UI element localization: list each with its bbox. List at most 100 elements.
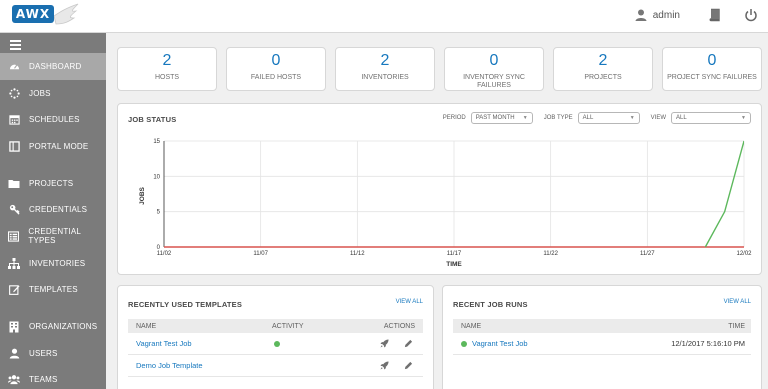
y-axis-label: JOBS — [139, 186, 146, 204]
hosts-count-card[interactable]: 2 HOSTS — [117, 47, 217, 91]
x-tick-label: 11/27 — [640, 251, 655, 257]
column-name: NAME — [461, 322, 482, 330]
failed-hosts-count-card[interactable]: 0 FAILED HOSTS — [226, 47, 326, 91]
count-value: 2 — [162, 52, 172, 69]
job-status-chart: 05101511/02 11/07 11/12 11/17 11/22 11/27 12/0… — [139, 139, 752, 268]
job-name-link[interactable]: Vagrant Test Job — [472, 339, 528, 348]
period-select[interactable]: PAST MONTH ▼ — [470, 112, 533, 124]
hamburger-icon — [10, 40, 21, 50]
calendar-icon — [8, 114, 20, 126]
chevron-down-icon: ▼ — [522, 115, 528, 121]
logo-wing-icon — [53, 3, 79, 25]
table-header: NAME TIME — [453, 319, 751, 333]
view-all-link[interactable]: VIEW ALL — [396, 299, 423, 305]
sidebar-item-users[interactable]: USERS — [0, 340, 106, 367]
sidebar-item-credentials[interactable]: CREDENTIALS — [0, 196, 106, 223]
count-label: HOSTS — [154, 74, 180, 81]
status-success-icon[interactable] — [461, 340, 467, 347]
sidebar-item-organizations[interactable]: ORGANIZATIONS — [0, 313, 106, 340]
sidebar-item-teams[interactable]: TEAMS — [0, 367, 106, 389]
count-value: 0 — [707, 52, 717, 69]
sidebar: DASHBOARD JOBS SCHEDULES PORTAL MODE PRO… — [0, 33, 106, 389]
rocket-icon[interactable] — [380, 339, 389, 348]
x-tick-label: 12/02 — [736, 251, 752, 257]
x-axis-label: TIME — [446, 261, 462, 268]
view-value: ALL — [676, 115, 687, 121]
status-success-icon[interactable] — [274, 340, 280, 347]
y-tick-label: 15 — [153, 139, 160, 145]
template-name-link[interactable]: Demo Job Template — [136, 361, 203, 370]
edit-icon — [8, 284, 20, 296]
job-type-label: JOB TYPE — [543, 115, 573, 121]
y-tick-label: 10 — [153, 174, 160, 180]
sidebar-item-jobs[interactable]: JOBS — [0, 80, 106, 107]
view-all-link[interactable]: VIEW ALL — [724, 299, 751, 305]
count-value: 2 — [380, 52, 390, 69]
inventory-sync-failures-count-card[interactable]: 0 INVENTORY SYNC FAILURES — [444, 47, 544, 91]
user-icon — [635, 9, 647, 21]
count-value: 2 — [598, 52, 608, 69]
sidebar-item-projects[interactable]: PROJECTS — [0, 170, 106, 197]
table-row: Vagrant Test Job 12/1/2017 5:16:10 PM — [453, 333, 751, 355]
panel-title: RECENT JOB RUNS — [453, 300, 528, 309]
rocket-icon[interactable] — [380, 361, 389, 370]
y-tick-label: 5 — [157, 210, 161, 216]
count-label: INVENTORY SYNC FAILURES — [463, 74, 525, 89]
project-sync-failures-count-card[interactable]: 0 PROJECT SYNC FAILURES — [662, 47, 762, 91]
power-icon[interactable] — [744, 8, 758, 22]
count-value: 0 — [271, 52, 281, 69]
column-activity: ACTIVITY — [272, 322, 304, 330]
count-value: 0 — [489, 52, 499, 69]
view-select[interactable]: ALL ▼ — [671, 112, 751, 124]
x-tick-label: 11/07 — [253, 251, 268, 257]
username: admin — [652, 9, 680, 21]
recent-templates-panel: RECENTLY USED TEMPLATES VIEW ALL NAME AC… — [117, 285, 434, 389]
user-menu[interactable]: admin — [634, 8, 680, 22]
top-bar: AWX admin — [0, 0, 768, 33]
user-icon — [8, 347, 20, 359]
dashboard-icon — [8, 60, 20, 72]
awx-logo[interactable]: AWX — [4, 2, 84, 32]
count-label: FAILED HOSTS — [250, 74, 302, 81]
sidebar-item-schedules[interactable]: SCHEDULES — [0, 106, 106, 133]
job-type-select[interactable]: ALL ▼ — [577, 112, 640, 124]
users-icon — [8, 374, 20, 386]
column-time: TIME — [728, 322, 745, 330]
x-tick-label: 11/17 — [447, 251, 462, 257]
count-label: INVENTORIES — [361, 74, 409, 81]
success-series-line — [704, 140, 744, 248]
sidebar-item-inventories[interactable]: INVENTORIES — [0, 250, 106, 277]
spinner-icon — [8, 87, 20, 99]
sidebar-item-portal-mode[interactable]: PORTAL MODE — [0, 133, 106, 160]
logo-text: AWX — [12, 5, 54, 23]
table-row: Vagrant Test Job — [128, 333, 423, 355]
main-content: 2 HOSTS 0 FAILED HOSTS 2 INVENTORIES 0 I… — [106, 33, 768, 389]
inventories-count-card[interactable]: 2 INVENTORIES — [335, 47, 435, 91]
list-icon — [8, 230, 20, 242]
x-tick-label: 11/22 — [543, 251, 558, 257]
job-status-panel: 0 5 10 15 11/02 11/07 11/12 11/17 11/22 11/27 12/0… — [117, 103, 762, 275]
pencil-icon[interactable] — [404, 361, 413, 370]
table-row: Demo Job Template — [128, 355, 423, 377]
count-cards: 2 HOSTS 0 FAILED HOSTS 2 INVENTORIES 0 I… — [117, 47, 762, 91]
sidebar-item-dashboard[interactable]: DASHBOARD — [0, 53, 106, 80]
sitemap-icon — [8, 257, 20, 269]
portal-icon — [8, 140, 20, 152]
chart-filters: PERIOD PAST MONTH ▼ JOB TYPE ALL ▼ VIEW AL… — [443, 112, 751, 124]
key-icon — [8, 204, 20, 216]
table-header: NAME ACTIVITY ACTIONS — [128, 319, 423, 333]
sidebar-item-templates[interactable]: TEMPLATES — [0, 277, 106, 304]
period-label: PERIOD — [442, 115, 466, 121]
job-time: 12/1/2017 5:16:10 PM — [671, 339, 745, 348]
period-value: PAST MONTH — [475, 115, 515, 121]
x-tick-label: 11/12 — [350, 251, 365, 257]
sidebar-item-credential-types[interactable]: CREDENTIAL TYPES — [0, 223, 106, 250]
pencil-icon[interactable] — [404, 339, 413, 348]
template-name-link[interactable]: Vagrant Test Job — [136, 339, 192, 348]
menu-toggle[interactable] — [0, 33, 106, 53]
x-tick-label: 11/02 — [157, 251, 172, 257]
projects-count-card[interactable]: 2 PROJECTS — [553, 47, 653, 91]
docs-icon[interactable] — [708, 8, 722, 22]
chevron-down-icon: ▼ — [741, 115, 746, 121]
panel-title: RECENTLY USED TEMPLATES — [128, 300, 243, 309]
